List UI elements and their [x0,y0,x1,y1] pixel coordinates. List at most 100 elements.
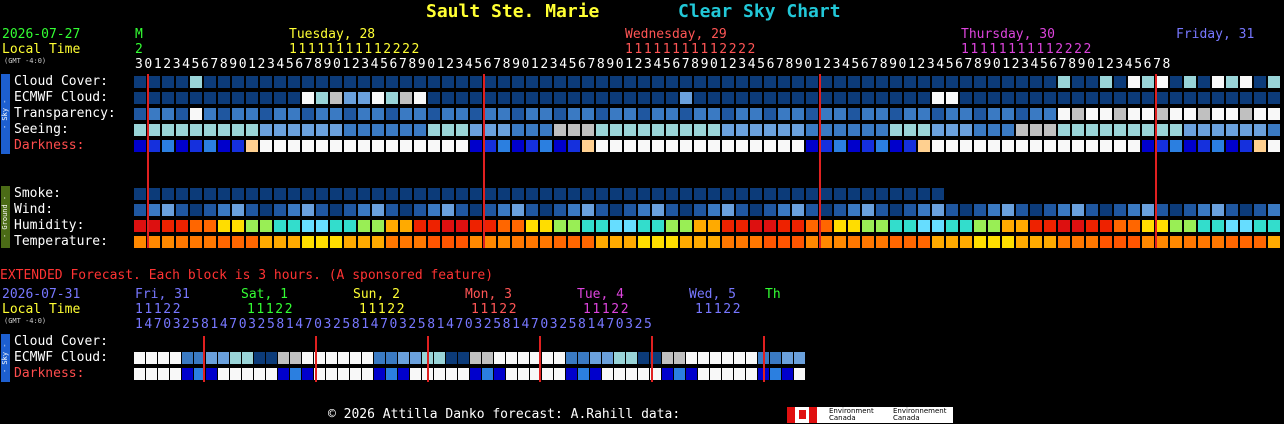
cloud-cell [1086,76,1098,88]
smoke-cell [582,188,594,200]
temperature-cell [1142,236,1154,248]
ext-darkness-cell [770,368,781,380]
humidity-cell [372,220,384,232]
transparency-cell [358,108,370,120]
temperature-cell [736,236,748,248]
wind-cell [372,204,384,216]
seeing-cell [680,124,692,136]
temperature-cell [918,236,930,248]
transparency-cell [722,108,734,120]
darkness-cell [302,140,314,152]
darkness-cell [946,140,958,152]
wind-cell [1114,204,1126,216]
cloud-cell [582,76,594,88]
ext-darkness-cell [326,368,337,380]
temperature-cell [470,236,482,248]
humidity-cell [260,220,272,232]
wind-cell [1170,204,1182,216]
seeing-cell [330,124,342,136]
smoke-cell [904,188,916,200]
wind-cell [260,204,272,216]
extended-notice[interactable]: EXTENDED Forecast. Each block is 3 hours… [0,269,493,282]
cloud-cell [778,76,790,88]
temperature-cell [344,236,356,248]
ecmwf-cell [876,92,888,104]
ext-darkness-cell [182,368,193,380]
ecmwf-cell [862,92,874,104]
temperature-cell [890,236,902,248]
ext-gmt-offset: (GMT -4:0) [4,317,47,325]
temperature-cell [792,236,804,248]
transparency-cell [946,108,958,120]
humidity-cell [316,220,328,232]
cloud-cell [190,76,202,88]
label-darkness: Darkness: [14,138,85,153]
ext-darkness-cell [386,368,397,380]
seeing-cell [988,124,1000,136]
humidity-cell [288,220,300,232]
seeing-cell [652,124,664,136]
seeing-cell [470,124,482,136]
smoke-cell [162,188,174,200]
ecmwf-cell [330,92,342,104]
temperature-cell [372,236,384,248]
humidity-cell [932,220,944,232]
humidity-cell [1016,220,1028,232]
ecmwf-cell [1086,92,1098,104]
smoke-cell [764,188,776,200]
seeing-cell [568,124,580,136]
humidity-cell [946,220,958,232]
seeing-cell [232,124,244,136]
temperature-cell [484,236,496,248]
environment-canada-logo[interactable]: Environment Canada Environnement Canada [787,407,953,423]
temperature-cell [134,236,146,248]
ecmwf-cell [232,92,244,104]
smoke-cell [722,188,734,200]
copyright-text[interactable]: © 2026 Attilla Danko forecast: A.Rahill … [328,408,680,421]
cloud-cell [708,76,720,88]
transparency-cell [1226,108,1238,120]
darkness-cell [540,140,552,152]
temperature-cell [582,236,594,248]
seeing-cell [302,124,314,136]
temperature-cell [1170,236,1182,248]
seeing-cell [582,124,594,136]
darkness-cell [764,140,776,152]
wind-cell [778,204,790,216]
seeing-cell [1226,124,1238,136]
seeing-cell [134,124,146,136]
darkness-cell [344,140,356,152]
wind-cell [974,204,986,216]
seeing-cell [554,124,566,136]
cloud-cell [428,76,440,88]
ecmwf-cell [820,92,832,104]
ecmwf-cell [512,92,524,104]
wind-cell [386,204,398,216]
seeing-cell [946,124,958,136]
darkness-cell [204,140,216,152]
ground-side-label: - Ground - [1,195,9,239]
label-transparency: Transparency: [14,106,116,121]
seeing-cell [820,124,832,136]
transparency-cell [260,108,272,120]
temperature-cell [568,236,580,248]
temperature-cell [1198,236,1210,248]
cloud-cell [1142,76,1154,88]
humidity-cell [904,220,916,232]
wind-cell [330,204,342,216]
smoke-cell [148,188,160,200]
cloud-cell [624,76,636,88]
wind-cell [1044,204,1056,216]
cloud-cell [288,76,300,88]
ext-tens-sun: 11122 [359,302,407,317]
transparency-cell [1114,108,1126,120]
ecmwf-cell [708,92,720,104]
humidity-cell [414,220,426,232]
transparency-cell [666,108,678,120]
hour-tens-tue: 11111111112222 [289,42,421,57]
wind-cell [582,204,594,216]
ecmwf-cell [442,92,454,104]
ext-tens-tue: 11122 [583,302,631,317]
darkness-cell [554,140,566,152]
temperature-cell [428,236,440,248]
